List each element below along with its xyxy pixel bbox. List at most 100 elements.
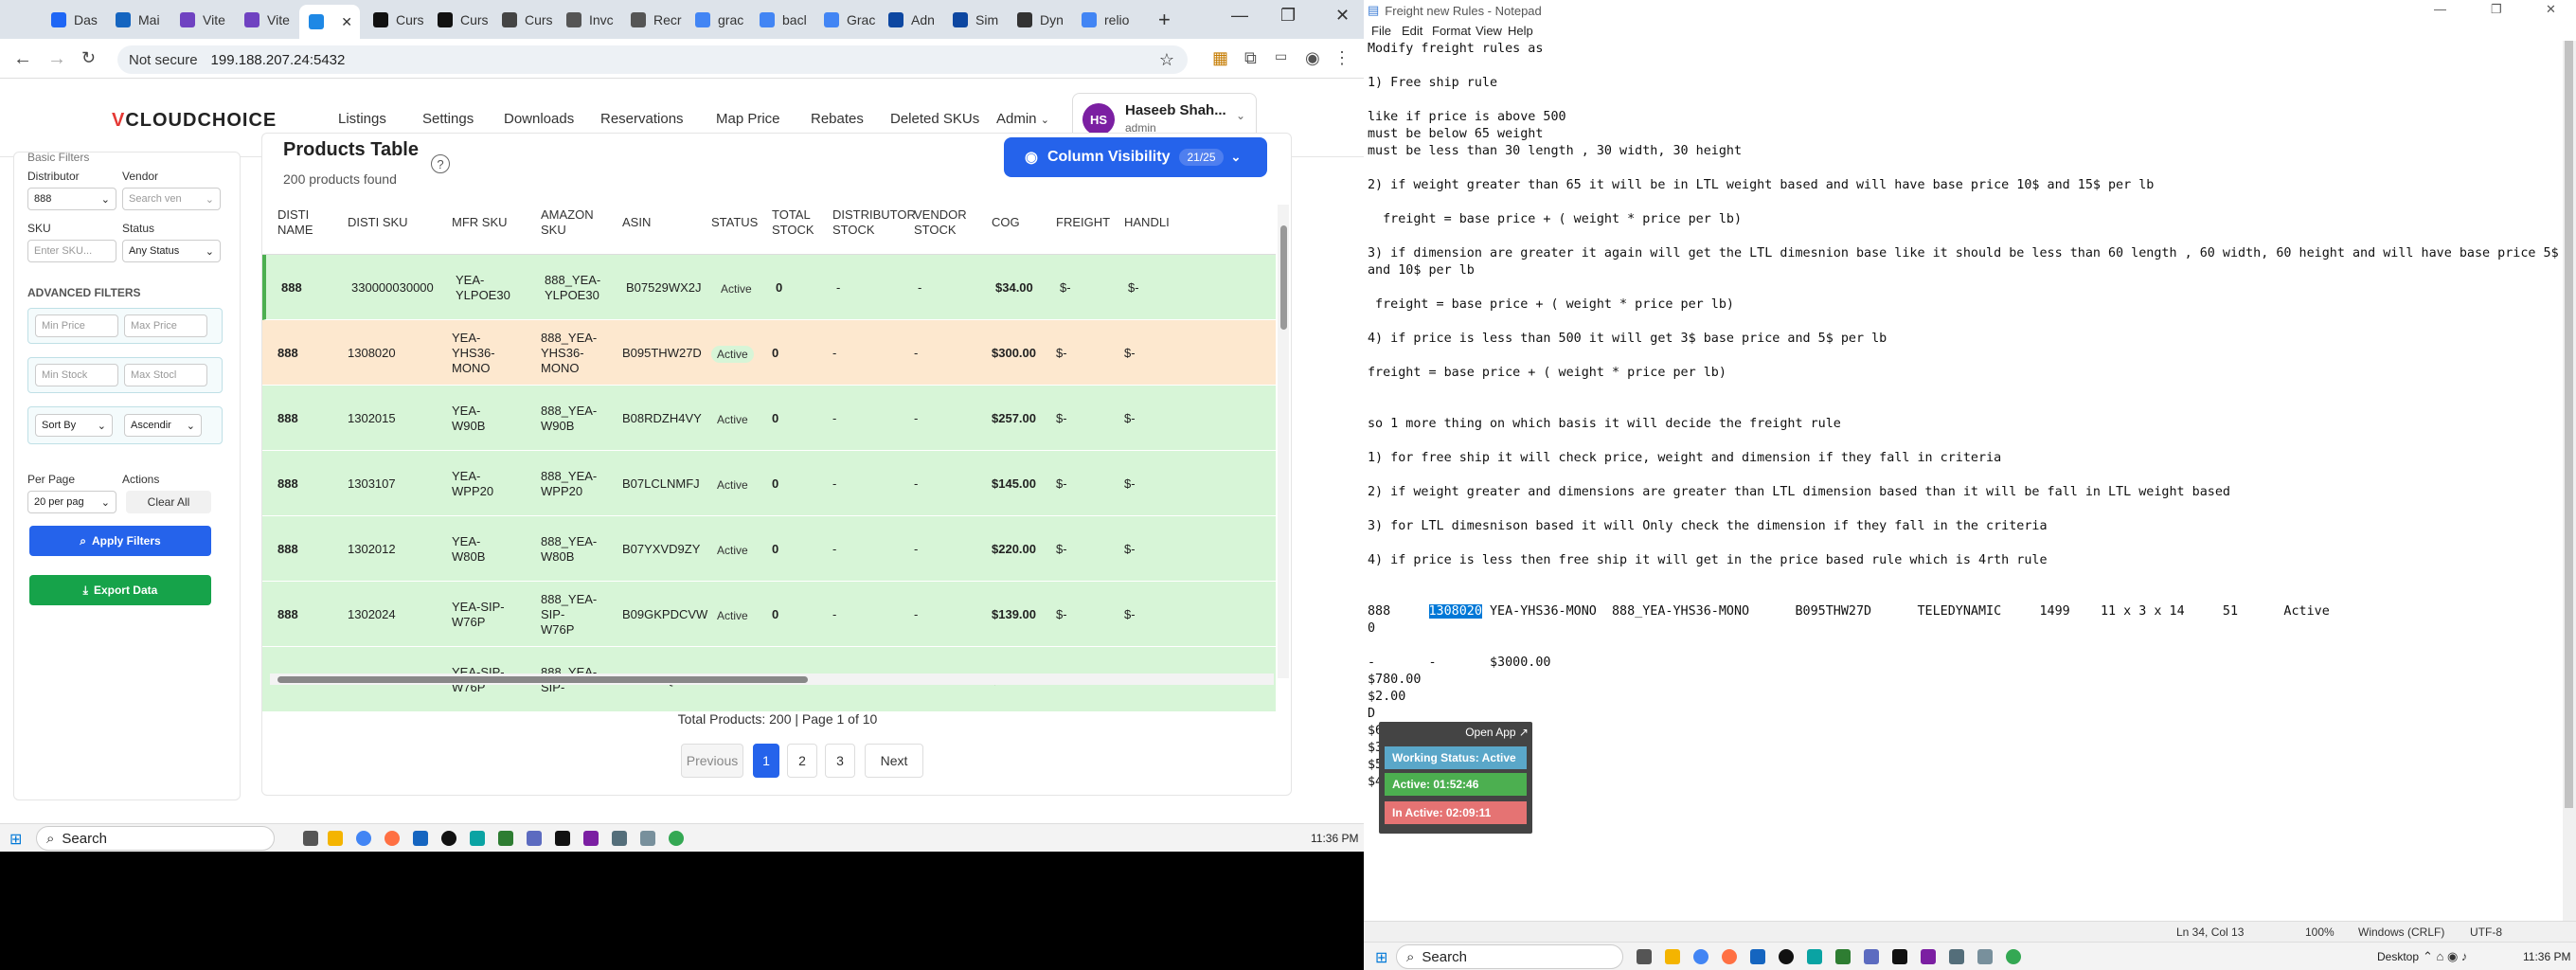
taskbar-search[interactable]: ⌕ Search: [36, 826, 275, 851]
min-stock-input[interactable]: Min Stock: [35, 364, 118, 386]
cursor-icon[interactable]: [555, 831, 570, 846]
firefox-icon[interactable]: [1722, 949, 1737, 964]
per-page-select[interactable]: 20 per pag ⌄: [27, 491, 116, 513]
file-explorer-icon[interactable]: [1665, 949, 1680, 964]
nav-deleted-skus[interactable]: Deleted SKUs: [890, 111, 979, 127]
menu-format[interactable]: Format: [1432, 24, 1471, 38]
browser-tab[interactable]: Curs: [492, 6, 555, 33]
open-app-link[interactable]: Open App ↗: [1465, 726, 1529, 739]
page-3-button[interactable]: 3: [825, 744, 855, 778]
url-text[interactable]: 199.188.207.24:5432: [211, 52, 346, 68]
table-vertical-scrollbar[interactable]: [1278, 205, 1289, 678]
table-row[interactable]: 888 1302024 YEA-SIP- W76P 888_YEA- SIP- W76…: [262, 582, 1276, 647]
teams-icon[interactable]: [527, 831, 542, 846]
browser-tab[interactable]: bacl: [750, 6, 813, 33]
status-select[interactable]: Any Status ⌄: [122, 240, 221, 262]
task-view-icon[interactable]: [303, 831, 318, 846]
app-icon[interactable]: [441, 831, 456, 846]
excel-icon[interactable]: [498, 831, 513, 846]
notepad-text-area[interactable]: Modify freight rules as 1) Free ship rul…: [1368, 41, 2563, 927]
column-header[interactable]: FREIGHT: [1056, 215, 1122, 230]
column-header[interactable]: ASIN: [622, 215, 689, 230]
browser-tab[interactable]: relio: [1072, 6, 1135, 33]
browser-tab[interactable]: ✕: [299, 5, 360, 39]
app-icon[interactable]: [1977, 949, 1993, 964]
chrome-icon[interactable]: [669, 831, 684, 846]
page-2-button[interactable]: 2: [787, 744, 817, 778]
zoom-icon[interactable]: [413, 831, 428, 846]
extension-icon[interactable]: ▦: [1212, 48, 1228, 68]
cursor-icon[interactable]: [1892, 949, 1907, 964]
column-header[interactable]: HANDLI: [1124, 215, 1190, 230]
apply-filters-button[interactable]: ⌕ Apply Filters: [29, 526, 211, 556]
close-tab-icon[interactable]: ✕: [341, 14, 352, 30]
help-icon[interactable]: ?: [431, 154, 450, 173]
notepad-icon[interactable]: [612, 831, 627, 846]
min-price-input[interactable]: Min Price: [35, 314, 118, 337]
column-header[interactable]: MFR SKU: [452, 215, 518, 230]
app-icon[interactable]: [470, 831, 485, 846]
minimize-button[interactable]: —: [1231, 6, 1248, 26]
previous-page-button[interactable]: Previous: [681, 744, 743, 778]
taskbar-search[interactable]: ⌕ Search: [1396, 944, 1623, 969]
browser-tab[interactable]: Vite: [170, 6, 233, 33]
table-row[interactable]: 888 1302015 YEA- W90B 888_YEA- W90B B08RDZH4…: [262, 386, 1276, 451]
export-data-button[interactable]: ⤓ Export Data: [29, 575, 211, 605]
desktop-label[interactable]: Desktop: [2377, 950, 2419, 963]
sort-by-select[interactable]: Sort By ⌄: [35, 414, 113, 437]
column-header[interactable]: TOTAL STOCK: [772, 207, 838, 238]
browser-tab[interactable]: Curs: [428, 6, 491, 33]
excel-icon[interactable]: [1835, 949, 1851, 964]
scrollbar-thumb[interactable]: [1280, 225, 1287, 330]
nav-admin[interactable]: Admin ⌄: [996, 111, 1049, 127]
browser-tab[interactable]: Sim: [943, 6, 1006, 33]
profile-icon[interactable]: ◉: [1305, 48, 1320, 68]
browser-tab[interactable]: grac: [686, 6, 748, 33]
zoom-icon[interactable]: [1750, 949, 1765, 964]
address-bar[interactable]: Not secure 199.188.207.24:5432 ☆: [117, 45, 1188, 74]
firefox-icon[interactable]: [385, 831, 400, 846]
browser-tab[interactable]: Dyn: [1008, 6, 1070, 33]
browser-tab[interactable]: Vite: [235, 6, 297, 33]
next-page-button[interactable]: Next: [865, 744, 923, 778]
teams-icon[interactable]: [1864, 949, 1879, 964]
menu-view[interactable]: View: [1476, 24, 1502, 38]
column-header[interactable]: AMAZON SKU: [541, 207, 607, 238]
nav-rebates[interactable]: Rebates: [811, 111, 864, 127]
browser-tab[interactable]: Adn: [879, 6, 941, 33]
menu-help[interactable]: Help: [1508, 24, 1533, 38]
windows-start-icon[interactable]: ⊞: [1375, 948, 1387, 967]
sort-order-select[interactable]: Ascendir ⌄: [124, 414, 202, 437]
nav-map-price[interactable]: Map Price: [716, 111, 780, 127]
browser-tab[interactable]: Recr: [621, 6, 684, 33]
table-row[interactable]: 888 1302012 YEA- W80B 888_YEA- W80B B07YXVD9…: [262, 516, 1276, 582]
table-row[interactable]: 888 1303107 YEA- WPP20 888_YEA- WPP20 B07LCL…: [262, 451, 1276, 516]
vendor-search-input[interactable]: Search ven ⌄: [122, 188, 221, 210]
back-icon[interactable]: ←: [13, 48, 32, 70]
chrome-icon[interactable]: [356, 831, 371, 846]
reload-icon[interactable]: ↻: [81, 48, 96, 68]
page-1-button[interactable]: 1: [753, 744, 779, 778]
max-stock-input[interactable]: Max Stocl: [124, 364, 207, 386]
chrome-icon[interactable]: [1693, 949, 1708, 964]
column-header[interactable]: DISTI NAME: [277, 207, 344, 238]
notepad-icon[interactable]: [1949, 949, 1964, 964]
onenote-icon[interactable]: [583, 831, 599, 846]
system-tray-icon[interactable]: ⌃ ⌂ ◉ ♪: [2423, 949, 2467, 964]
maximize-icon[interactable]: ❐: [2491, 2, 2502, 17]
maximize-button[interactable]: ❐: [1280, 6, 1296, 26]
forward-icon[interactable]: →: [47, 48, 66, 70]
table-row[interactable]: 888 1308020 YEA- YHS36- MONO 888_YEA- YHS36…: [262, 320, 1276, 386]
column-header[interactable]: DISTI SKU: [348, 215, 414, 230]
menu-icon[interactable]: ⋮: [1333, 48, 1351, 68]
column-header[interactable]: DISTRIBUTOR STOCK: [832, 207, 916, 238]
nav-downloads[interactable]: Downloads: [504, 111, 574, 127]
close-window-button[interactable]: ✕: [1335, 6, 1350, 26]
onenote-icon[interactable]: [1921, 949, 1936, 964]
browser-tab[interactable]: Curs: [364, 6, 426, 33]
table-row[interactable]: 888 330000030000 YEA- YLPOE30 888_YEA- YLPO…: [262, 255, 1276, 320]
scrollbar-thumb[interactable]: [2565, 41, 2573, 808]
close-icon[interactable]: ✕: [2546, 2, 2556, 17]
sku-input[interactable]: Enter SKU...: [27, 240, 116, 262]
browser-tab[interactable]: Das: [42, 6, 104, 33]
